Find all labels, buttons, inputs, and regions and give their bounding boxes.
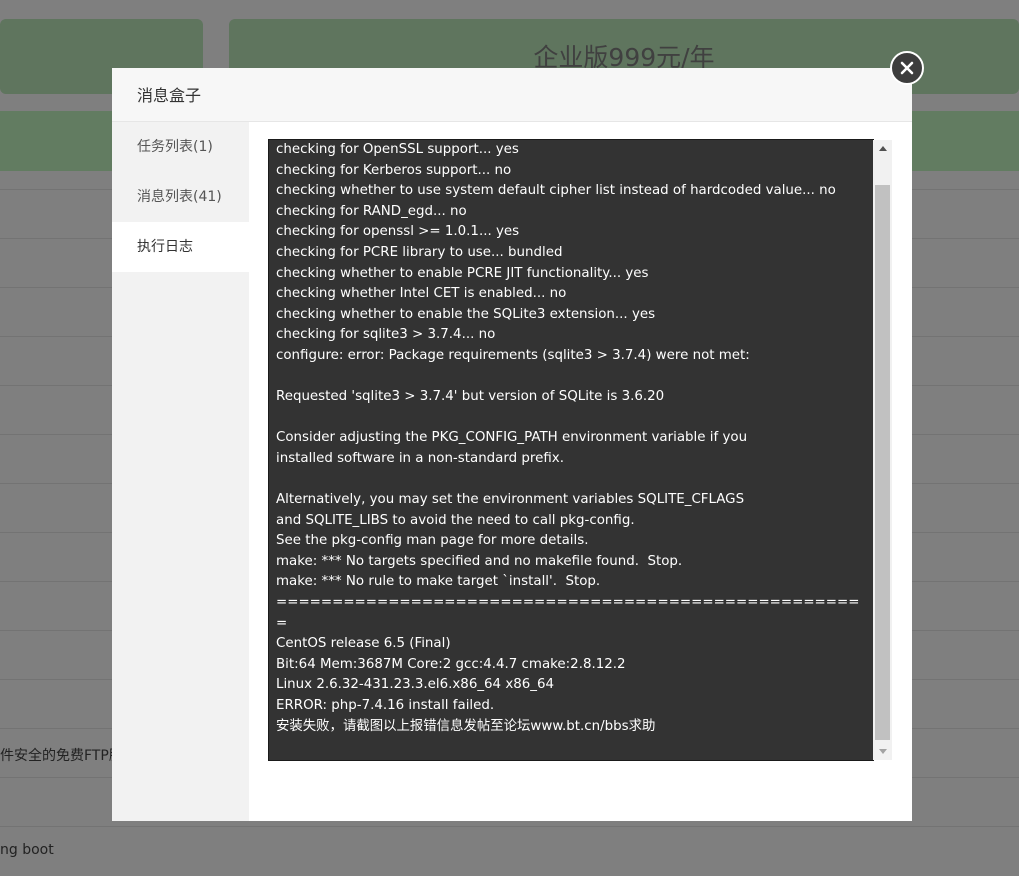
log-line: checking for sqlite3 > 3.7.4... no bbox=[276, 327, 496, 343]
close-button[interactable] bbox=[890, 51, 924, 85]
log-line: ERROR: php-7.4.16 install failed. bbox=[276, 698, 495, 714]
dialog-sidebar: 任务列表(1) 消息列表(41) 执行日志 bbox=[112, 122, 249, 821]
log-output: checking for OpenSSL support... yes chec… bbox=[269, 140, 873, 737]
dialog-header: 消息盒子 bbox=[112, 68, 912, 122]
log-line: 安装失败，请截图以上报错信息发帖至论坛www.bt.cn/bbs求助 bbox=[276, 718, 656, 734]
log-line: checking for OpenSSL support... yes bbox=[276, 142, 519, 157]
sidebar-item-execution-log[interactable]: 执行日志 bbox=[112, 222, 249, 272]
log-line: Linux 2.6.32-431.23.3.el6.x86_64 x86_64 bbox=[276, 677, 555, 693]
log-scrollbar[interactable] bbox=[873, 140, 892, 760]
dialog-title: 消息盒子 bbox=[137, 86, 202, 105]
log-line: checking whether Intel CET is enabled...… bbox=[276, 286, 567, 302]
log-line: checking for Kerberos support... no bbox=[276, 162, 512, 178]
log-line: make: *** No targets specified and no ma… bbox=[276, 553, 683, 569]
sidebar-item-task-list[interactable]: 任务列表(1) bbox=[112, 122, 249, 172]
log-line: Consider adjusting the PKG_CONFIG_PATH e… bbox=[276, 430, 748, 446]
execution-log-console[interactable]: checking for OpenSSL support... yes chec… bbox=[268, 139, 874, 761]
log-line: See the pkg-config man page for more det… bbox=[276, 533, 589, 549]
log-line: checking whether to enable the SQLite3 e… bbox=[276, 306, 656, 322]
log-line: checking for RAND_egd... no bbox=[276, 203, 467, 219]
scroll-down-arrow-icon[interactable] bbox=[873, 743, 892, 760]
log-line: configure: error: Package requirements (… bbox=[276, 347, 750, 363]
log-line: and SQLITE_LIBS to avoid the need to cal… bbox=[276, 512, 635, 528]
sidebar-item-message-list[interactable]: 消息列表(41) bbox=[112, 172, 249, 222]
scroll-up-arrow-icon[interactable] bbox=[873, 140, 892, 157]
log-line: CentOS release 6.5 (Final) bbox=[276, 636, 451, 652]
log-line: Requested 'sqlite3 > 3.7.4' but version … bbox=[276, 389, 665, 405]
software-description: 件安全的免费FTP服 bbox=[0, 748, 123, 764]
log-line: Bit:64 Mem:3687M Core:2 gcc:4.4.7 cmake:… bbox=[276, 656, 626, 672]
close-icon bbox=[900, 61, 914, 75]
software-description: ng boot bbox=[0, 842, 54, 858]
log-line: ========================================… bbox=[276, 595, 860, 631]
log-line: checking for openssl >= 1.0.1... yes bbox=[276, 224, 520, 240]
row-divider bbox=[0, 826, 1019, 827]
log-line: checking for PCRE library to use... bund… bbox=[276, 244, 563, 260]
log-line: make: *** No rule to make target `instal… bbox=[276, 574, 601, 590]
log-line: installed software in a non-standard pre… bbox=[276, 450, 564, 466]
log-line: checking whether to enable PCRE JIT func… bbox=[276, 265, 649, 281]
message-box-dialog: 消息盒子 任务列表(1) 消息列表(41) 执行日志 checking for … bbox=[112, 51, 924, 821]
scrollbar-thumb[interactable] bbox=[875, 185, 890, 740]
log-line: Alternatively, you may set the environme… bbox=[276, 492, 745, 508]
log-line: checking whether to use system default c… bbox=[276, 183, 836, 199]
